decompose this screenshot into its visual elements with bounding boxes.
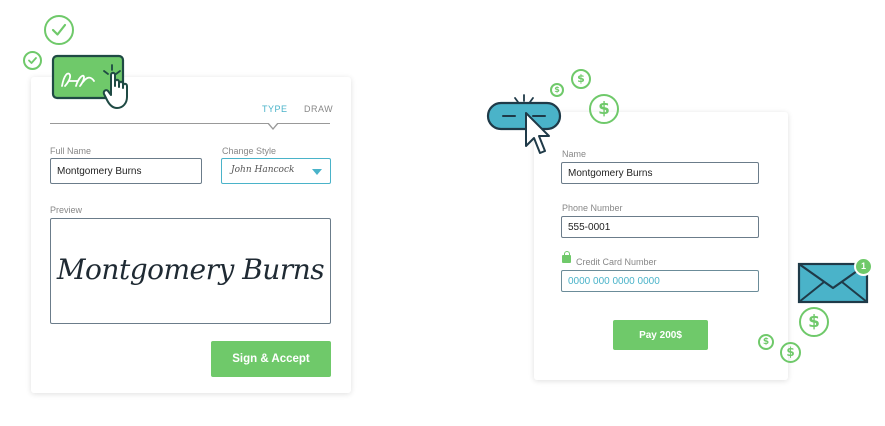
signature-preview-text: Montgomery Burns	[56, 253, 325, 286]
credit-card-input[interactable]	[561, 270, 759, 292]
dollar-coin-icon: $	[758, 334, 774, 350]
dollar-coin-icon: $	[780, 342, 801, 363]
dollar-coin-icon: $	[799, 307, 829, 337]
name-label: Name	[562, 149, 587, 159]
full-name-input[interactable]	[50, 158, 202, 184]
phone-input[interactable]	[561, 216, 759, 238]
signature-card: TYPE DRAW Full Name Change Style John Ha…	[31, 77, 351, 393]
preview-label: Preview	[50, 205, 83, 215]
lock-icon	[562, 251, 571, 263]
tab-divider	[50, 123, 330, 124]
tab-type[interactable]: TYPE	[262, 104, 288, 114]
phone-label: Phone Number	[562, 203, 623, 213]
change-style-label: Change Style	[222, 146, 277, 156]
notification-badge: 1	[854, 257, 873, 276]
sign-accept-button[interactable]: Sign & Accept	[211, 341, 331, 377]
arrow-cursor-icon	[525, 112, 550, 154]
payment-card: Name Phone Number Credit Card Number Pay…	[534, 112, 788, 380]
pay-button[interactable]: Pay 200$	[613, 320, 708, 350]
name-input[interactable]	[561, 162, 759, 184]
active-tab-indicator	[267, 122, 279, 130]
signature-preview: Montgomery Burns	[50, 218, 331, 324]
change-style-value: John Hancock	[231, 165, 295, 175]
change-style-select[interactable]: John Hancock	[221, 158, 331, 184]
dollar-coin-icon: $	[589, 94, 619, 124]
hand-cursor-icon	[102, 71, 128, 109]
check-circle-icon	[44, 15, 74, 45]
dollar-coin-icon: $	[550, 83, 564, 97]
credit-card-label: Credit Card Number	[576, 257, 657, 267]
chevron-down-icon	[312, 169, 322, 175]
check-circle-icon	[23, 51, 42, 70]
tab-draw[interactable]: DRAW	[304, 104, 333, 114]
dollar-coin-icon: $	[571, 69, 591, 89]
full-name-label: Full Name	[50, 146, 92, 156]
